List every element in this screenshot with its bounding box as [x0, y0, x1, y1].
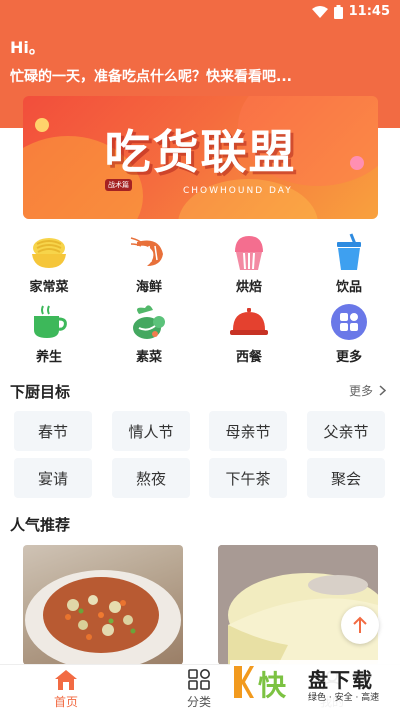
food-photo — [218, 545, 378, 665]
brand-logo-icon — [234, 666, 254, 698]
status-bar: 11:45 — [0, 0, 400, 24]
tab-label: 分类 — [186, 695, 211, 709]
greeting-hi: Hi。 — [10, 38, 45, 57]
home-icon — [55, 670, 77, 690]
category-grid-icon — [188, 669, 210, 690]
category-item-drinks[interactable]: 饮品 — [309, 232, 389, 295]
goal-chip[interactable]: 情人节 — [112, 411, 190, 451]
status-time: 11:45 — [348, 4, 390, 19]
more-grid-icon — [331, 304, 367, 340]
cupcake-icon — [235, 236, 263, 270]
arrow-up-icon — [353, 616, 367, 633]
goal-chip[interactable]: 宴请 — [14, 458, 92, 498]
category-item-more[interactable]: 更多 — [309, 302, 389, 365]
category-item-vegetarian[interactable]: 素菜 — [109, 302, 189, 365]
section-title-popular: 人气推荐 — [10, 516, 71, 534]
goal-chip[interactable]: 熬夜 — [112, 458, 190, 498]
goal-chip[interactable]: 下午茶 — [209, 458, 287, 498]
banner-tag: 战术篇 — [105, 179, 132, 191]
more-link[interactable]: 更多 — [349, 382, 386, 399]
category-label: 更多 — [335, 350, 362, 365]
banner-decoration — [178, 179, 318, 219]
category-item-western[interactable]: 西餐 — [209, 302, 289, 365]
banner-subtitle: CHOWHOUND DAY — [183, 186, 293, 196]
category-item-health[interactable]: 养生 — [9, 302, 89, 365]
category-label: 海鲜 — [135, 280, 162, 295]
category-item-seafood[interactable]: 海鲜 — [109, 232, 189, 295]
promo-banner[interactable]: 吃货联盟 战术篇 CHOWHOUND DAY — [23, 96, 378, 219]
category-label: 西餐 — [235, 350, 262, 365]
category-item-baking[interactable]: 烘焙 — [209, 232, 289, 295]
tea-cup-icon — [34, 305, 67, 338]
recipe-card-image[interactable] — [218, 545, 378, 665]
goal-chip[interactable]: 聚会 — [307, 458, 385, 498]
tab-category[interactable]: 分类 — [159, 669, 239, 710]
category-item-home-cooking[interactable]: 家常菜 — [9, 232, 89, 295]
tab-home[interactable]: 首页 — [26, 669, 106, 710]
section-title-cooking-goals: 下厨目标 — [10, 383, 71, 401]
drink-cup-icon — [337, 233, 361, 270]
goal-chip[interactable]: 春节 — [14, 411, 92, 451]
watermark-brand: 盘下载 — [308, 668, 374, 692]
battery-icon — [333, 4, 343, 19]
category-label: 养生 — [35, 350, 62, 365]
tab-label: 首页 — [53, 695, 78, 709]
goal-chip[interactable]: 母亲节 — [209, 411, 287, 451]
banner-title: 吃货联盟 — [104, 125, 297, 179]
category-label: 家常菜 — [29, 280, 69, 295]
goal-chip[interactable]: 父亲节 — [307, 411, 385, 451]
watermark-brand-char: 快 — [258, 669, 287, 702]
category-label: 饮品 — [335, 280, 362, 295]
serving-dome-icon — [230, 308, 268, 335]
scroll-to-top-button[interactable] — [341, 606, 379, 644]
wifi-icon — [311, 5, 328, 18]
watermark-slogan: 绿色 · 安全 · 高速 — [308, 693, 380, 703]
noodle-bowl-icon — [32, 238, 66, 268]
category-label: 烘焙 — [235, 280, 262, 295]
shrimp-icon — [130, 237, 163, 266]
category-label: 素菜 — [135, 350, 162, 365]
vegetable-icon — [133, 305, 165, 339]
more-label: 更多 — [348, 384, 373, 398]
chevron-right-icon — [379, 385, 386, 396]
greeting-text: 忙碌的一天，准备吃点什么呢？快来看看吧... — [10, 69, 292, 85]
watermark-logo: 快 盘下载 绿色 · 安全 · 高速 — [230, 660, 400, 710]
recipe-card-image[interactable] — [23, 545, 183, 665]
food-photo — [25, 570, 181, 665]
